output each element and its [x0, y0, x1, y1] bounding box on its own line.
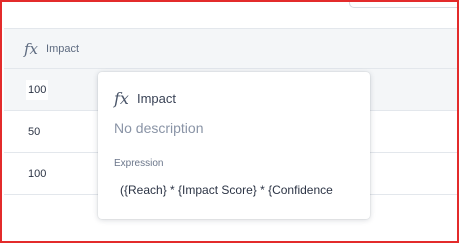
impact-cell[interactable]: 50 [26, 122, 42, 142]
popover-description: No description [114, 120, 204, 136]
impact-cell[interactable]: 100 [26, 164, 48, 184]
column-header-impact[interactable]: fx Impact [4, 28, 457, 69]
expression-value: ({Reach} * {Impact Score} * {Confidence [120, 183, 333, 197]
formula-icon: fx [114, 88, 129, 108]
formula-icon: fx [24, 39, 39, 58]
impact-cell[interactable]: 100 [26, 79, 49, 100]
popover-field-name: Impact [136, 90, 176, 106]
popover-title: fx Impact [114, 88, 354, 108]
column-header-label: Impact [46, 42, 80, 55]
expression-label: Expression [114, 158, 164, 169]
app-frame: fx Impact 100 50 100 fx Impact No descri… [0, 0, 459, 243]
top-toolbar-control[interactable] [349, 2, 457, 8]
field-info-popover: fx Impact No description Expression ({Re… [98, 72, 370, 219]
